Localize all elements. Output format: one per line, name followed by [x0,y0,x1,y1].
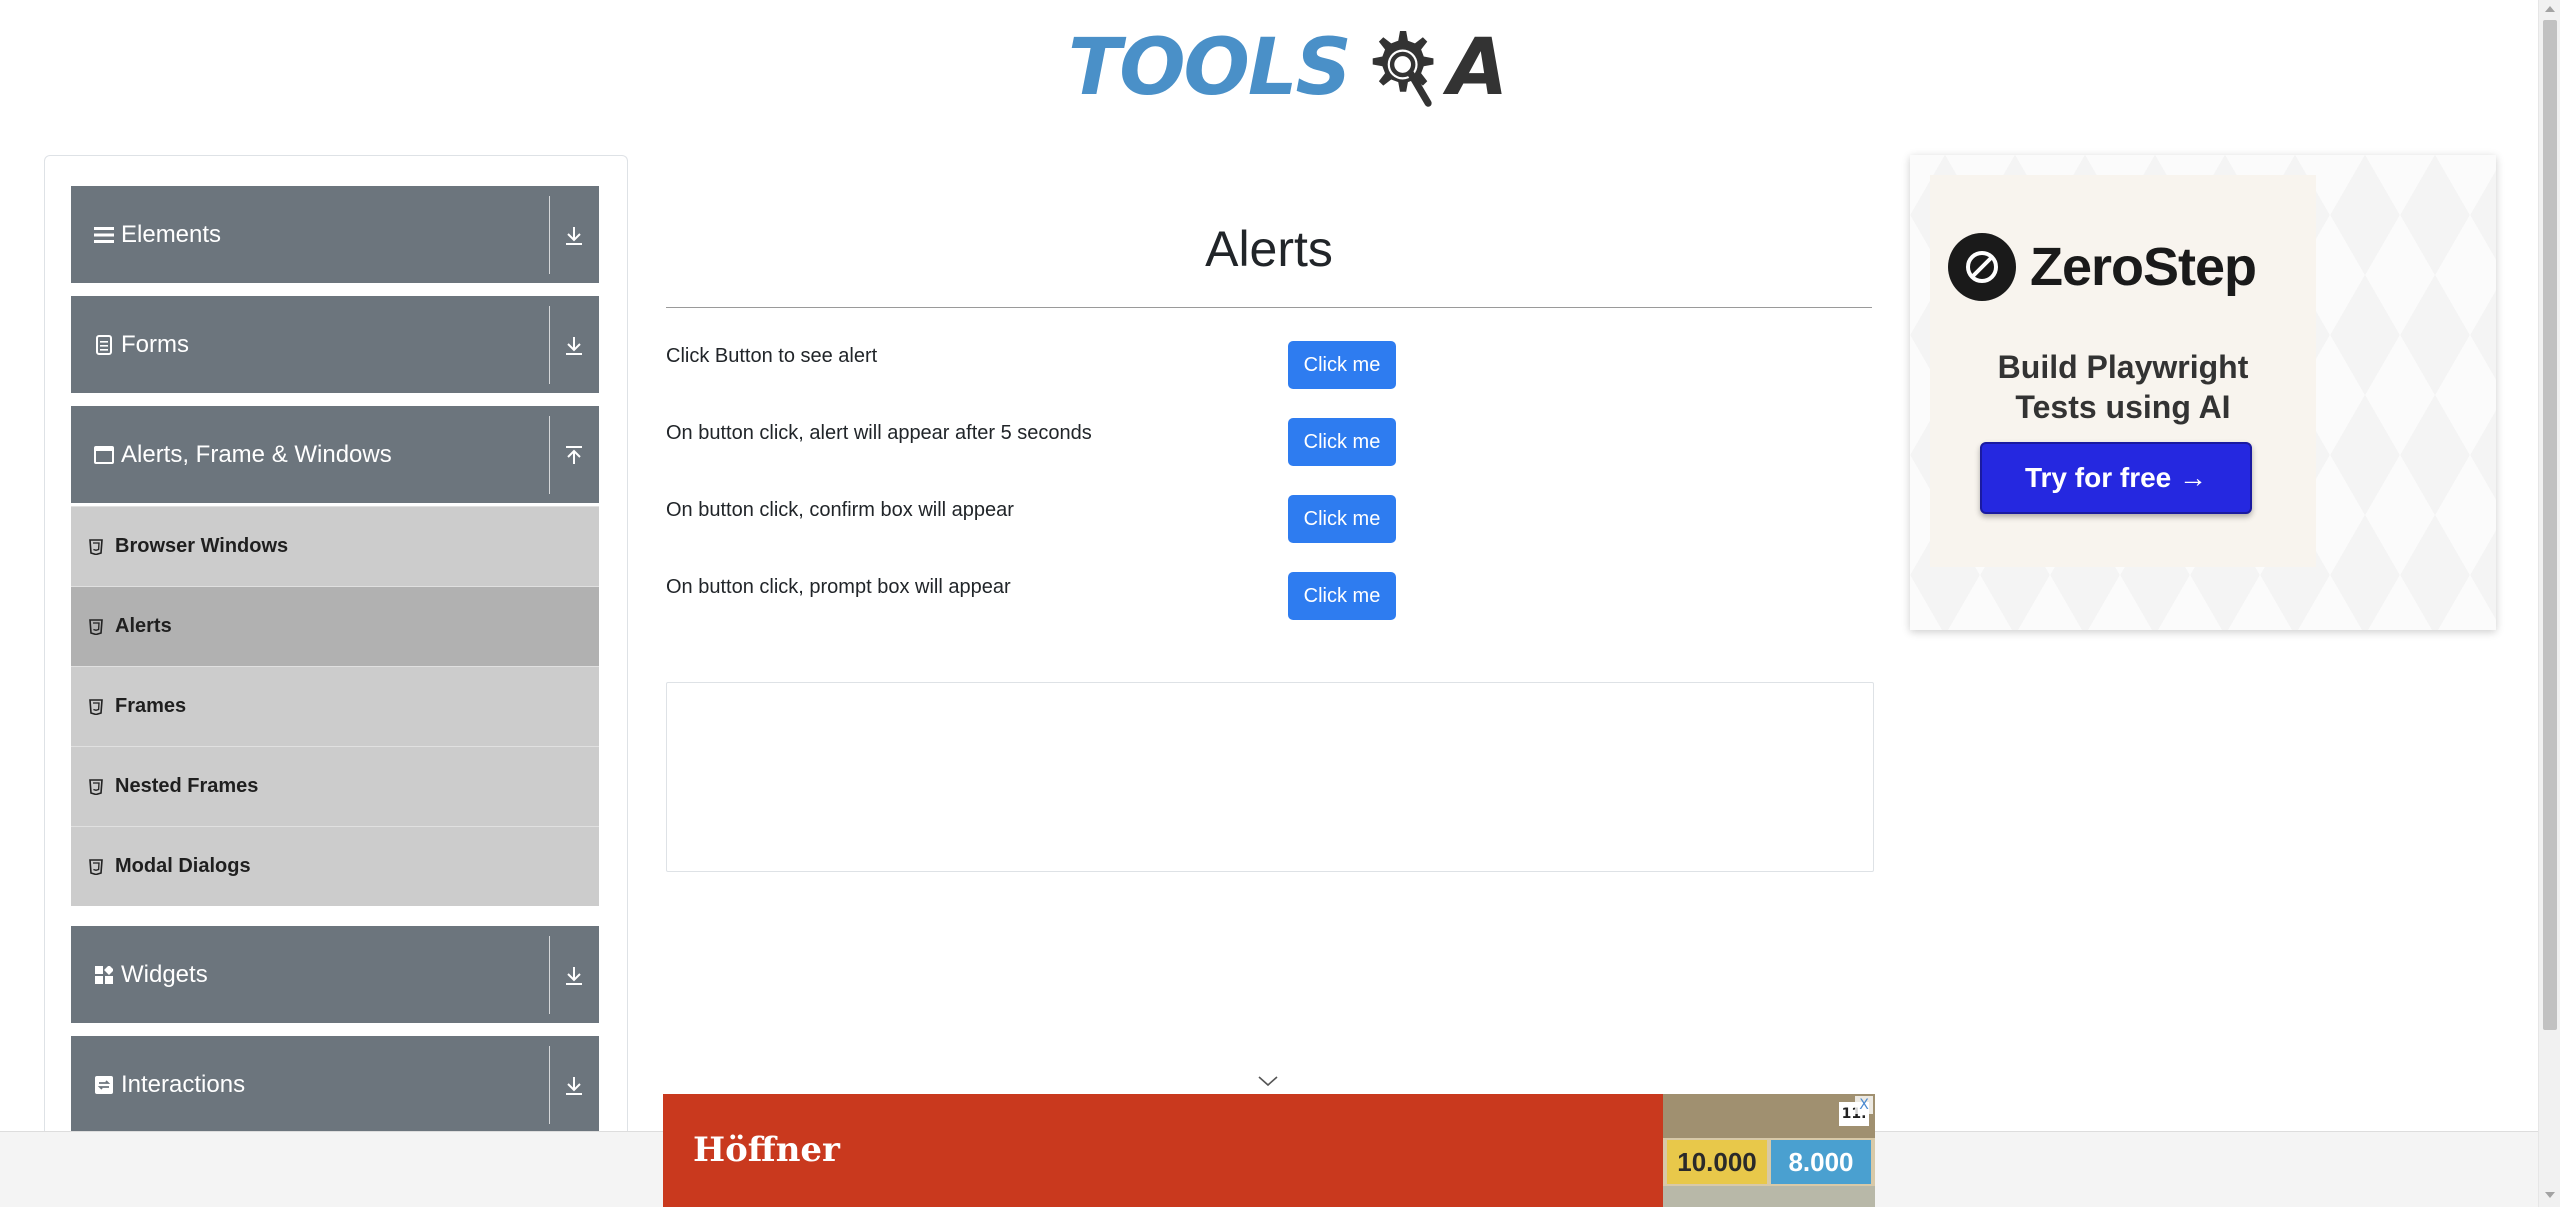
sidebar-group-interactions: Interactions [71,1036,599,1136]
hoffner-banner-ad[interactable]: Höffner 10.000 8.000 11. X [663,1094,1875,1207]
sidebar-group-title: Elements [121,220,222,248]
sidebar-group-header-alerts-frame-windows[interactable]: Alerts, Frame & Windows [71,406,599,506]
zerostep-logo: ZeroStep [1948,233,2257,301]
left-sidebar: Elements Forms Alerts, Frame & Windows B… [44,155,628,1155]
sidebar-item-label: Nested Frames [115,775,259,797]
html5-icon [89,618,103,635]
timer-alert-button[interactable]: Click me [1288,418,1396,466]
alert-row-prompt: On button click, prompt box will appear … [666,572,1872,622]
expand-down-icon[interactable] [559,216,589,256]
chevron-down-icon[interactable] [1256,1073,1280,1089]
alert-button[interactable]: Click me [1288,341,1396,389]
sidebar-item-nested-frames[interactable]: Nested Frames [71,746,599,826]
divider [549,1046,550,1124]
sidebar-group-header-elements[interactable]: Elements [71,186,599,286]
zerostep-ad[interactable]: ZeroStep Build Playwright Tests using AI… [1910,155,2496,630]
sidebar-group-elements: Elements [71,186,599,286]
scroll-up-arrow-icon[interactable] [2545,6,2555,12]
sidebar-item-label: Modal Dialogs [115,855,251,877]
promo-photo-bottom [1663,1186,1875,1207]
document-icon [93,334,115,356]
divider [549,196,550,274]
confirm-button[interactable]: Click me [1288,495,1396,543]
sidebar-item-browser-windows[interactable]: Browser Windows [71,506,599,586]
window-icon [93,444,115,466]
sidebar-group-title: Alerts, Frame & Windows [121,440,392,468]
hamburger-icon [93,224,115,246]
alert-row-timer: On button click, alert will appear after… [666,418,1872,468]
empty-ad-slot [666,682,1874,872]
sidebar-item-label: Browser Windows [115,535,289,557]
alert-row-label: Click Button to see alert [666,345,878,367]
collapse-up-icon[interactable] [559,436,589,476]
html5-icon [89,698,103,715]
promo-value-1: 10.000 [1667,1140,1767,1184]
zerostep-headline-line1: Build Playwright [1997,349,2249,385]
sidebar-item-label: Alerts [115,615,172,637]
sidebar-group-header-interactions[interactable]: Interactions [71,1036,599,1136]
zerostep-headline: Build Playwright Tests using AI [1930,347,2316,427]
logo-text-a: A [1447,23,1509,113]
scroll-down-arrow-icon[interactable] [2545,1192,2555,1198]
sidebar-group-title: Widgets [121,960,208,988]
title-divider [666,307,1872,308]
sidebar-group-alerts-frame-windows: Alerts, Frame & Windows Browser Windows … [71,406,599,906]
gear-magnifier-icon [1372,31,1434,107]
sidebar-item-label: Frames [115,695,187,717]
divider [549,416,550,494]
prompt-button[interactable]: Click me [1288,572,1396,620]
promo-value-2: 8.000 [1771,1140,1871,1184]
site-header: TOOLS A [0,0,2538,130]
alert-row-label: On button click, confirm box will appear [666,499,1014,521]
sidebar-group-title: Forms [121,330,189,358]
try-for-free-button[interactable]: Try for free → [1980,442,2252,514]
widgets-icon [93,964,115,986]
zerostep-brand: ZeroStep [2030,237,2257,297]
sidebar-item-frames[interactable]: Frames [71,666,599,746]
sidebar-group-header-widgets[interactable]: Widgets [71,926,599,1026]
sidebar-group-forms: Forms [71,296,599,396]
alert-row-label: On button click, prompt box will appear [666,576,1011,598]
html5-icon [89,538,103,555]
divider [549,936,550,1014]
scrollbar-thumb[interactable] [2543,20,2557,1030]
sidebar-group-widgets: Widgets [71,926,599,1026]
page-title: Alerts [1205,221,1333,277]
ad-close-icon[interactable]: X [1855,1096,1873,1114]
alert-row-confirm: On button click, confirm box will appear… [666,495,1872,545]
hoffner-brand: Höffner [693,1130,840,1170]
sidebar-item-alerts[interactable]: Alerts [71,586,599,666]
zerostep-mark-icon [1948,233,2016,301]
html5-icon [89,858,103,875]
toolsqa-logo[interactable]: TOOLS A [1068,18,1508,118]
sidebar-submenu: Browser Windows Alerts Frames Nested Fra… [71,506,599,906]
sidebar-item-modal-dialogs[interactable]: Modal Dialogs [71,826,599,906]
logo-text-tools: TOOLS [1068,23,1352,113]
alert-row-simple: Click Button to see alert Click me [666,341,1872,391]
expand-down-icon[interactable] [559,326,589,366]
html5-icon [89,778,103,795]
zerostep-headline-line2: Tests using AI [2015,389,2231,425]
interactions-icon [93,1074,115,1096]
sidebar-group-header-forms[interactable]: Forms [71,296,599,396]
expand-down-icon[interactable] [559,1066,589,1106]
divider [549,306,550,384]
expand-down-icon[interactable] [559,956,589,996]
zerostep-ad-card: ZeroStep Build Playwright Tests using AI… [1930,175,2316,567]
sidebar-group-title: Interactions [121,1070,246,1098]
alert-row-label: On button click, alert will appear after… [666,422,1092,444]
hoffner-promo-image: 10.000 8.000 11. [1663,1094,1875,1207]
vertical-scrollbar[interactable] [2538,0,2560,1207]
